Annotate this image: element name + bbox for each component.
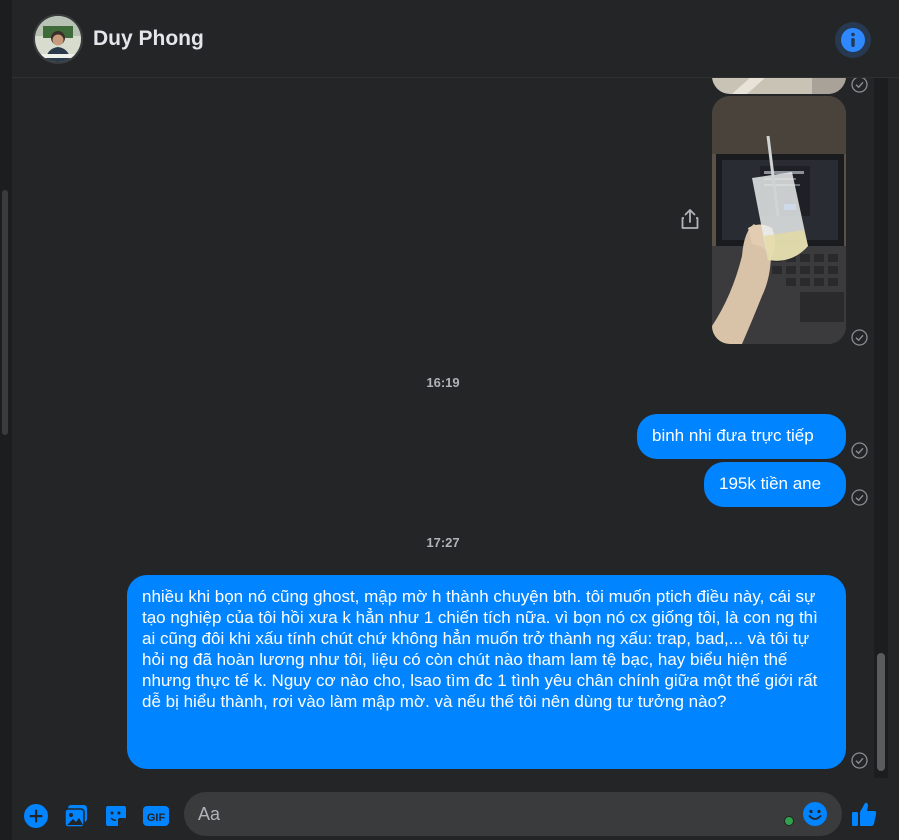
gif-label: GIF <box>147 812 166 824</box>
sent-check-icon <box>851 329 868 346</box>
message-input[interactable] <box>198 792 788 836</box>
sticker-icon <box>106 806 126 826</box>
message-timestamp: 16:19 <box>426 375 460 390</box>
left-pane-edge <box>0 0 12 840</box>
chat-window: Duy Phong 16:19 binh nhi đưa trực tiếp 1… <box>12 0 899 840</box>
message-list[interactable]: 16:19 binh nhi đưa trực tiếp 195k tiền a… <box>12 78 899 790</box>
image-message-partial[interactable] <box>712 78 846 94</box>
emoji-icon[interactable] <box>802 801 828 827</box>
thumbs-up-icon <box>852 802 877 826</box>
info-icon <box>841 28 865 52</box>
photo-icon <box>64 805 87 828</box>
message-input-box[interactable] <box>184 792 842 836</box>
sent-check-icon <box>851 752 868 769</box>
info-button[interactable] <box>835 22 871 58</box>
photo-button[interactable] <box>62 802 90 830</box>
image-message[interactable] <box>712 96 846 344</box>
contact-name[interactable]: Duy Phong <box>93 27 204 51</box>
like-button[interactable] <box>850 800 878 828</box>
add-button[interactable] <box>22 802 50 830</box>
left-pane-scrollbar[interactable] <box>2 190 8 435</box>
gif-button[interactable]: GIF <box>142 802 170 830</box>
chat-scrollbar-track[interactable] <box>874 78 888 778</box>
message-timestamp: 17:27 <box>426 535 460 550</box>
share-icon[interactable] <box>680 208 700 230</box>
online-indicator <box>784 816 794 826</box>
avatar[interactable] <box>33 14 83 64</box>
sent-message[interactable]: nhiều khi bọn nó cũng ghost, mập mờ h th… <box>127 575 846 769</box>
sent-message[interactable]: binh nhi đưa trực tiếp <box>637 414 846 459</box>
sent-check-icon <box>851 489 868 506</box>
gif-icon: GIF <box>143 806 169 826</box>
chat-header: Duy Phong <box>12 0 899 78</box>
composer: GIF <box>12 790 899 840</box>
plus-circle-icon <box>24 804 48 828</box>
sent-check-icon <box>851 442 868 459</box>
chat-scrollbar-thumb[interactable] <box>877 653 885 771</box>
sent-message[interactable]: 195k tiền ane <box>704 462 846 507</box>
sent-check-icon <box>851 78 868 93</box>
sticker-button[interactable] <box>102 802 130 830</box>
